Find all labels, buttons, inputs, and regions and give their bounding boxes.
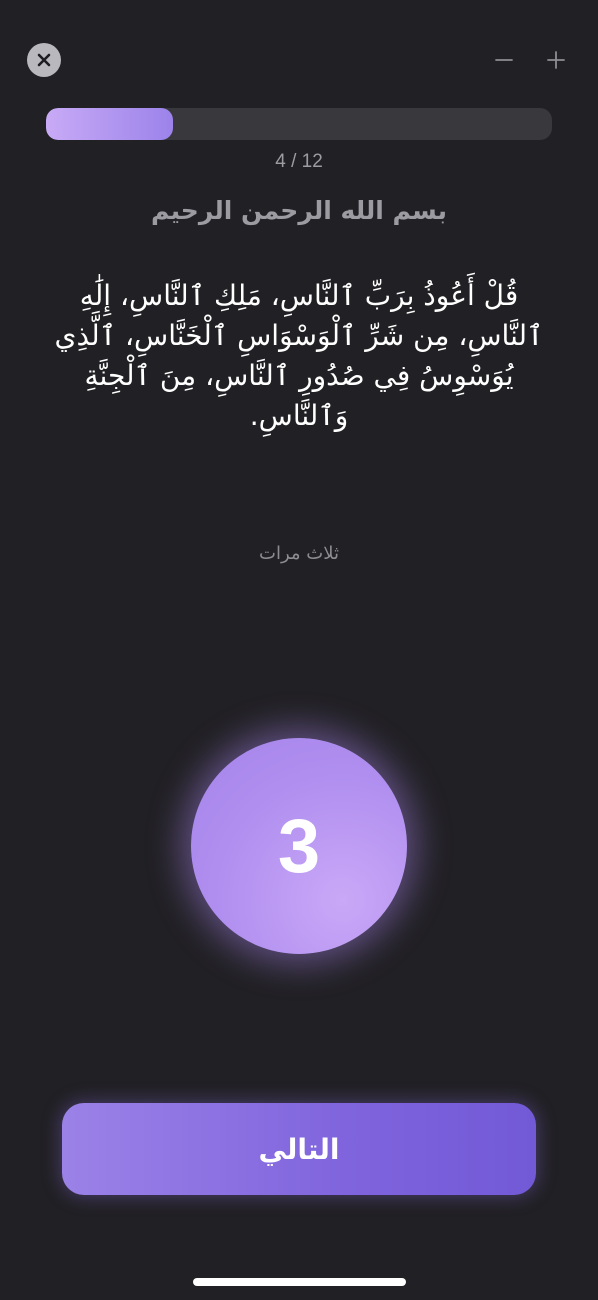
remaining-count: 3 xyxy=(277,803,321,889)
home-indicator xyxy=(193,1278,406,1286)
dhikr-text: قُلْ أَعُوذُ بِرَبِّ ٱلنَّاسِ، مَلِكِ ٱل… xyxy=(54,279,544,432)
close-button[interactable] xyxy=(27,43,61,77)
increase-font-button[interactable] xyxy=(538,42,574,78)
decrease-font-button[interactable] xyxy=(486,42,522,78)
dhikr-screen: 4 / 12 بسم الله الرحمن الرحيم قُلْ أَعُو… xyxy=(0,0,598,1300)
progress-fill xyxy=(46,108,173,140)
next-button-label: التالي xyxy=(258,1132,340,1166)
basmala-heading: بسم الله الرحمن الرحيم xyxy=(151,196,447,225)
plus-icon xyxy=(547,51,565,69)
progress-bar xyxy=(46,108,552,140)
minus-icon xyxy=(495,59,513,61)
tap-counter-button[interactable]: 3 xyxy=(191,738,407,954)
repeat-hint: ثلاث مرات xyxy=(259,543,339,564)
close-icon xyxy=(37,53,51,67)
progress-counter: 4 / 12 xyxy=(275,151,323,172)
next-button[interactable]: التالي xyxy=(62,1103,536,1195)
